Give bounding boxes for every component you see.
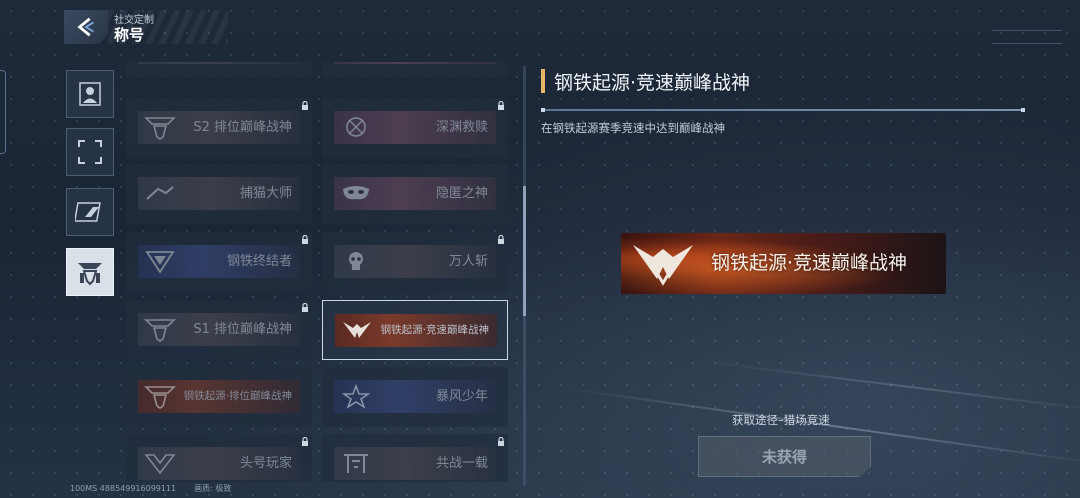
title-cell[interactable] [126, 62, 312, 78]
category-nameplate[interactable] [66, 188, 114, 236]
title-banner: 钢铁终结者 [138, 245, 300, 278]
title-cell[interactable] [322, 62, 508, 78]
terminator-emblem-icon [145, 251, 175, 274]
title-cell[interactable]: 头号玩家 [126, 434, 312, 482]
title-label: 钢铁起源·竞速巅峰战神 [380, 324, 489, 336]
title-cell[interactable]: 深渊救赎 [322, 98, 508, 158]
title-label: 捕猫大师 [239, 186, 292, 201]
title-cell[interactable]: S1 排位巅峰战神 [126, 300, 312, 360]
title-label: S1 排位巅峰战神 [193, 322, 292, 337]
back-button[interactable] [64, 10, 108, 44]
title-cell[interactable]: 万人斩 [322, 232, 508, 292]
detail-description: 在钢铁起源赛季竞速中达到巅峰战神 [541, 121, 725, 135]
detail-title: 钢铁起源·竞速巅峰战神 [554, 72, 751, 94]
background-streak [701, 360, 1080, 414]
network-status: 100MS 488549916099111 [70, 484, 177, 493]
title-cell[interactable]: 钢铁终结者 [126, 232, 312, 292]
star-emblem-icon [341, 384, 371, 409]
title-cell[interactable]: 共战一载 [322, 434, 508, 482]
title-label: S2 排位巅峰战神 [193, 120, 292, 135]
title-label: 万人斩 [448, 254, 488, 269]
detail-divider [541, 108, 1025, 112]
title-cell[interactable]: 暴风少年 [322, 367, 508, 427]
title-label: 隐匿之神 [435, 186, 488, 201]
title-banner [138, 62, 300, 64]
title-banner: 暴风少年 [334, 380, 496, 413]
abyss-emblem-icon [346, 117, 366, 137]
category-title[interactable] [66, 248, 114, 296]
page-title: 称号 [114, 26, 145, 44]
page-header: 社交定制 称号 [64, 10, 234, 46]
title-cell[interactable]: 钢铁起源·排位巅峰战神 [126, 367, 312, 427]
title-banner: 隐匿之神 [334, 177, 496, 210]
category-avatar[interactable] [66, 70, 114, 118]
title-banner: 钢铁起源·排位巅峰战神 [138, 380, 300, 413]
title-cell-selected[interactable]: 钢铁起源·竞速巅峰战神 [322, 300, 508, 360]
title-emblem-icon [78, 263, 102, 286]
rank-emblem-icon [144, 319, 176, 342]
title-list[interactable]: S2 排位巅峰战神 深渊救赎 捕猫大师 隐匿之神 钢铁终结者 万人斩 S1 排位… [122, 62, 518, 482]
lock-icon [498, 437, 504, 446]
title-preview-banner: 钢铁起源·竞速巅峰战神 [621, 233, 946, 294]
lock-icon [302, 235, 308, 244]
frame-icon [78, 140, 102, 164]
anniversary-emblem-icon [344, 454, 368, 473]
title-banner: 共战一载 [334, 447, 496, 480]
title-banner: 头号玩家 [138, 447, 300, 480]
title-banner: S1 排位巅峰战神 [138, 313, 300, 346]
preview-label: 钢铁起源·竞速巅峰战神 [711, 252, 908, 274]
title-banner: 捕猫大师 [138, 177, 300, 210]
title-banner [334, 62, 496, 64]
title-banner: 钢铁起源·竞速巅峰战神 [335, 314, 497, 347]
title-label: 深渊救赎 [435, 120, 488, 135]
rank-emblem-icon [144, 386, 176, 409]
eagle-emblem-icon [633, 245, 693, 286]
title-cell[interactable]: S2 排位巅峰战神 [126, 98, 312, 158]
portrait-icon [79, 82, 101, 106]
title-label: 钢铁起源·排位巅峰战神 [183, 390, 292, 402]
graphics-quality: 画质: 极致 [194, 484, 232, 493]
lock-icon [302, 437, 308, 446]
status-button[interactable]: 未获得 [698, 436, 871, 477]
cat-hunter-emblem-icon [146, 186, 174, 200]
lock-icon [498, 235, 504, 244]
category-frame[interactable] [66, 128, 114, 176]
detail-accent-bar [541, 69, 545, 93]
rank-emblem-icon [144, 117, 176, 140]
title-label: 头号玩家 [239, 456, 292, 471]
title-label: 钢铁终结者 [226, 254, 292, 269]
skull-emblem-icon [349, 252, 363, 270]
side-drawer-handle[interactable] [0, 70, 6, 154]
lock-icon [302, 303, 308, 312]
title-banner: 万人斩 [334, 245, 496, 278]
nameplate-icon [75, 202, 101, 222]
hud-decoration [992, 30, 1062, 44]
mask-emblem-icon [343, 186, 369, 200]
player-emblem-icon [144, 454, 176, 475]
acquisition-source-text: 获取途径–猎场竞速 [732, 413, 830, 427]
eagle-emblem-icon [343, 322, 371, 338]
status-footer: 100MS 488549916099111 画质: 极致 [70, 483, 231, 494]
back-arrow-icon [77, 17, 94, 37]
title-cell[interactable]: 隐匿之神 [322, 164, 508, 224]
title-label: 暴风少年 [435, 389, 488, 404]
title-cell[interactable]: 捕猫大师 [126, 164, 312, 224]
title-banner: S2 排位巅峰战神 [138, 111, 300, 144]
list-scrollbar-thumb[interactable] [523, 186, 526, 316]
title-label: 共战一载 [435, 456, 488, 471]
title-banner: 深渊救赎 [334, 111, 496, 144]
lock-icon [302, 101, 308, 110]
lock-icon [498, 101, 504, 110]
